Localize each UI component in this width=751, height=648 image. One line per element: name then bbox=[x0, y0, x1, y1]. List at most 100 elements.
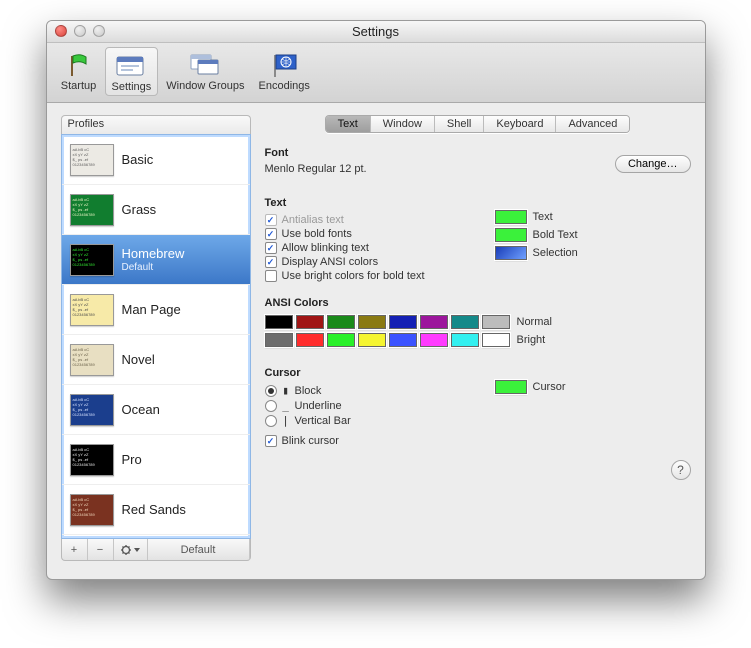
ansi-swatch[interactable] bbox=[327, 315, 355, 329]
checkbox-ansi[interactable]: Display ANSI colors bbox=[265, 255, 485, 269]
flag-icon bbox=[61, 50, 97, 80]
toolbar-label: Window Groups bbox=[166, 80, 244, 92]
close-icon[interactable] bbox=[55, 25, 67, 37]
window-title: Settings bbox=[352, 24, 399, 39]
ansi-swatch[interactable] bbox=[420, 333, 448, 347]
profiles-header: Profiles bbox=[61, 115, 251, 134]
ansi-swatch[interactable] bbox=[358, 333, 386, 347]
toolbar: Startup Settings Window Groups Encodings bbox=[47, 43, 705, 103]
tab-window[interactable]: Window bbox=[371, 116, 435, 132]
tab-keyboard[interactable]: Keyboard bbox=[484, 116, 556, 132]
tab-advanced[interactable]: Advanced bbox=[556, 116, 629, 132]
ansi-swatch[interactable] bbox=[389, 333, 417, 347]
ansi-swatch[interactable] bbox=[327, 333, 355, 347]
profile-thumb: aA bB cC xX yY zZ $_ ps -ef 0123456789 bbox=[70, 394, 114, 426]
checkbox-blink[interactable]: Allow blinking text bbox=[265, 241, 485, 255]
profile-grass[interactable]: aA bB cC xX yY zZ $_ ps -ef 0123456789Gr… bbox=[62, 185, 250, 235]
profile-thumb: aA bB cC xX yY zZ $_ ps -ef 0123456789 bbox=[70, 494, 114, 526]
change-font-button[interactable]: Change… bbox=[615, 155, 691, 173]
profile-name: Pro bbox=[122, 452, 142, 467]
ansi-swatch[interactable] bbox=[389, 315, 417, 329]
profile-novel[interactable]: aA bB cC xX yY zZ $_ ps -ef 0123456789 No… bbox=[62, 335, 250, 385]
gear-icon bbox=[119, 544, 141, 556]
checkbox-icon bbox=[265, 256, 277, 268]
zoom-icon[interactable] bbox=[93, 25, 105, 37]
ansi-swatch[interactable] bbox=[296, 315, 324, 329]
profile-thumb: aA bB cC xX yY zZ $_ ps -ef 0123456789 bbox=[70, 444, 114, 476]
radio-cursor-underline[interactable]: _Underline bbox=[265, 398, 485, 413]
radio-icon bbox=[265, 415, 277, 427]
profiles-list[interactable]: aA bB cC xX yY zZ $_ ps -ef 0123456789 Ba… bbox=[61, 134, 251, 539]
profile-name: Novel bbox=[122, 352, 155, 367]
profile-thumb: aA bB cC xX yY zZ $_ ps -ef 0123456789 bbox=[70, 144, 114, 176]
toolbar-label: Encodings bbox=[259, 80, 310, 92]
swatch-selection-color[interactable] bbox=[495, 246, 527, 260]
add-profile-button[interactable]: + bbox=[62, 539, 88, 560]
window-controls bbox=[55, 25, 105, 37]
titlebar: Settings bbox=[47, 21, 705, 43]
ansi-row-label: Normal bbox=[517, 316, 552, 328]
swatch-cursor[interactable] bbox=[495, 380, 527, 394]
ansi-swatch[interactable] bbox=[482, 315, 510, 329]
checkbox-label: Antialias text bbox=[282, 214, 344, 226]
checkbox-icon bbox=[265, 214, 277, 226]
toolbar-startup[interactable]: Startup bbox=[55, 47, 103, 96]
ansi-swatch[interactable] bbox=[265, 315, 293, 329]
profile-thumb: aA bB cC xX yY zZ $_ ps -ef 0123456789 bbox=[70, 294, 114, 326]
swatch-bold-color[interactable] bbox=[495, 228, 527, 242]
ansi-swatch[interactable] bbox=[265, 333, 293, 347]
checkbox-label: Display ANSI colors bbox=[282, 256, 379, 268]
section-ansi: ANSI Colors bbox=[265, 297, 691, 309]
swatch-label: Text bbox=[533, 211, 553, 223]
radio-cursor-block[interactable]: ▮ Block bbox=[265, 383, 485, 398]
radio-cursor-vbar[interactable]: |Vertical Bar bbox=[265, 413, 485, 428]
toolbar-encodings[interactable]: Encodings bbox=[253, 47, 316, 96]
checkbox-label: Allow blinking text bbox=[282, 242, 369, 254]
profile-thumb: aA bB cC xX yY zZ $_ ps -ef 0123456789 bbox=[70, 244, 114, 276]
profile-thumb: aA bB cC xX yY zZ $_ ps -ef 0123456789 bbox=[70, 344, 114, 376]
profile-ocean[interactable]: aA bB cC xX yY zZ $_ ps -ef 0123456789 Oc… bbox=[62, 385, 250, 435]
checkbox-label: Use bold fonts bbox=[282, 228, 352, 240]
tab-text[interactable]: Text bbox=[326, 116, 371, 132]
checkbox-icon bbox=[265, 242, 277, 254]
toolbar-label: Startup bbox=[61, 80, 96, 92]
profile-name: Ocean bbox=[122, 402, 160, 417]
profile-man-page[interactable]: aA bB cC xX yY zZ $_ ps -ef 0123456789Ma… bbox=[62, 285, 250, 335]
ansi-swatch[interactable] bbox=[482, 333, 510, 347]
ansi-swatch[interactable] bbox=[296, 333, 324, 347]
radio-icon bbox=[265, 385, 277, 397]
checkbox-brightbold[interactable]: Use bright colors for bold text bbox=[265, 269, 485, 283]
profile-pro[interactable]: aA bB cC xX yY zZ $_ ps -ef 0123456789 Pr… bbox=[62, 435, 250, 485]
ansi-swatch[interactable] bbox=[358, 315, 386, 329]
radio-label: Vertical Bar bbox=[295, 415, 351, 427]
profile-homebrew[interactable]: aA bB cC xX yY zZ $_ ps -ef 0123456789Ho… bbox=[62, 235, 250, 285]
ansi-swatch[interactable] bbox=[420, 315, 448, 329]
ansi-swatch[interactable] bbox=[451, 315, 479, 329]
swatch-text-color[interactable] bbox=[495, 210, 527, 224]
set-default-button[interactable]: Default bbox=[148, 539, 250, 560]
profile-red-sands[interactable]: aA bB cC xX yY zZ $_ ps -ef 0123456789 Re… bbox=[62, 485, 250, 535]
tab-shell[interactable]: Shell bbox=[435, 116, 484, 132]
checkbox-antialias: Antialias text bbox=[265, 213, 485, 227]
profile-name: Basic bbox=[122, 152, 154, 167]
toolbar-settings[interactable]: Settings bbox=[105, 47, 159, 96]
swatch-label: Bold Text bbox=[533, 229, 578, 241]
profile-basic[interactable]: aA bB cC xX yY zZ $_ ps -ef 0123456789 Ba… bbox=[62, 135, 250, 185]
minimize-icon[interactable] bbox=[74, 25, 86, 37]
ansi-swatch[interactable] bbox=[451, 333, 479, 347]
ansi-row-label: Bright bbox=[517, 334, 546, 346]
help-button[interactable]: ? bbox=[671, 460, 691, 480]
profile-name: Red Sands bbox=[122, 502, 186, 517]
checkbox-icon bbox=[265, 270, 277, 282]
radio-icon bbox=[265, 400, 277, 412]
cursor-glyph-icon: ▮ bbox=[282, 384, 290, 397]
toolbar-window-groups[interactable]: Window Groups bbox=[160, 47, 250, 96]
globe-flag-icon bbox=[266, 50, 302, 80]
swatch-label: Selection bbox=[533, 247, 578, 259]
radio-label: Block bbox=[295, 385, 322, 397]
checkbox-bold[interactable]: Use bold fonts bbox=[265, 227, 485, 241]
profile-action-menu[interactable] bbox=[114, 539, 148, 560]
profiles-footer: + − Default bbox=[61, 539, 251, 561]
remove-profile-button[interactable]: − bbox=[88, 539, 114, 560]
checkbox-blink-cursor[interactable]: Blink cursor bbox=[265, 434, 485, 448]
